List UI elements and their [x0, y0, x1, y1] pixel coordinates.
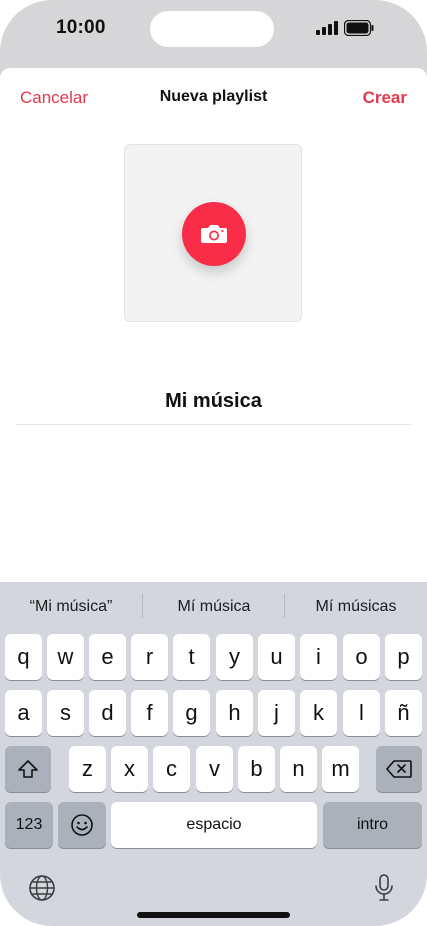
key-y[interactable]: y [216, 634, 253, 680]
delete-key[interactable] [376, 746, 422, 792]
sheet-navigation-bar: Cancelar Nueva playlist Crear [0, 68, 427, 126]
microphone-icon [375, 874, 393, 901]
key-d[interactable]: d [89, 690, 126, 736]
key-r[interactable]: r [131, 634, 168, 680]
key-e[interactable]: e [89, 634, 126, 680]
phone-screen: 10:00 Cancelar Nueva playlist Crear Mi m… [0, 0, 427, 926]
key-i[interactable]: i [300, 634, 337, 680]
globe-icon [29, 875, 55, 901]
key-l[interactable]: l [343, 690, 380, 736]
key-x[interactable]: x [111, 746, 148, 792]
key-c[interactable]: c [153, 746, 190, 792]
key-j[interactable]: j [258, 690, 295, 736]
new-playlist-sheet: Cancelar Nueva playlist Crear “Mi música… [0, 68, 427, 926]
battery-icon [344, 20, 374, 36]
key-t[interactable]: t [173, 634, 210, 680]
emoji-icon [71, 814, 93, 836]
status-time: 10:00 [56, 17, 106, 38]
suggestion-2[interactable]: Mí música [143, 598, 285, 616]
key-n-tilde[interactable]: ñ [385, 690, 422, 736]
key-w[interactable]: w [47, 634, 84, 680]
key-s[interactable]: s [47, 690, 84, 736]
playlist-artwork-placeholder[interactable] [124, 144, 302, 322]
camera-icon [201, 225, 227, 243]
return-key[interactable]: intro [323, 802, 422, 848]
key-m[interactable]: m [322, 746, 359, 792]
dictation-button[interactable] [369, 872, 399, 904]
delete-icon [386, 760, 412, 778]
emoji-key[interactable] [58, 802, 106, 848]
predictive-suggestions-bar: “Mi música” Mí música Mí músicas [0, 582, 427, 630]
dynamic-island [150, 11, 274, 47]
key-a[interactable]: a [5, 690, 42, 736]
key-f[interactable]: f [131, 690, 168, 736]
keyboard: “Mi música” Mí música Mí músicas q w e r… [0, 582, 427, 926]
create-button[interactable]: Crear [363, 88, 407, 108]
suggestion-3[interactable]: Mí músicas [285, 598, 427, 616]
numbers-key[interactable]: 123 [5, 802, 53, 848]
home-indicator[interactable] [137, 912, 290, 918]
cellular-signal-icon [316, 21, 338, 35]
status-bar: 10:00 [0, 0, 427, 68]
shift-key[interactable] [5, 746, 51, 792]
key-q[interactable]: q [5, 634, 42, 680]
add-artwork-button[interactable] [182, 202, 246, 266]
key-z[interactable]: z [69, 746, 106, 792]
playlist-name-field[interactable] [16, 382, 411, 425]
space-key[interactable]: espacio [111, 802, 317, 848]
key-v[interactable]: v [196, 746, 233, 792]
key-u[interactable]: u [258, 634, 295, 680]
key-o[interactable]: o [343, 634, 380, 680]
key-n[interactable]: n [280, 746, 317, 792]
key-k[interactable]: k [300, 690, 337, 736]
key-g[interactable]: g [173, 690, 210, 736]
key-b[interactable]: b [238, 746, 275, 792]
suggestion-1[interactable]: “Mi música” [0, 598, 142, 616]
playlist-name-input[interactable] [16, 382, 411, 421]
globe-button[interactable] [26, 872, 58, 904]
key-p[interactable]: p [385, 634, 422, 680]
shift-icon [18, 760, 38, 778]
key-h[interactable]: h [216, 690, 253, 736]
